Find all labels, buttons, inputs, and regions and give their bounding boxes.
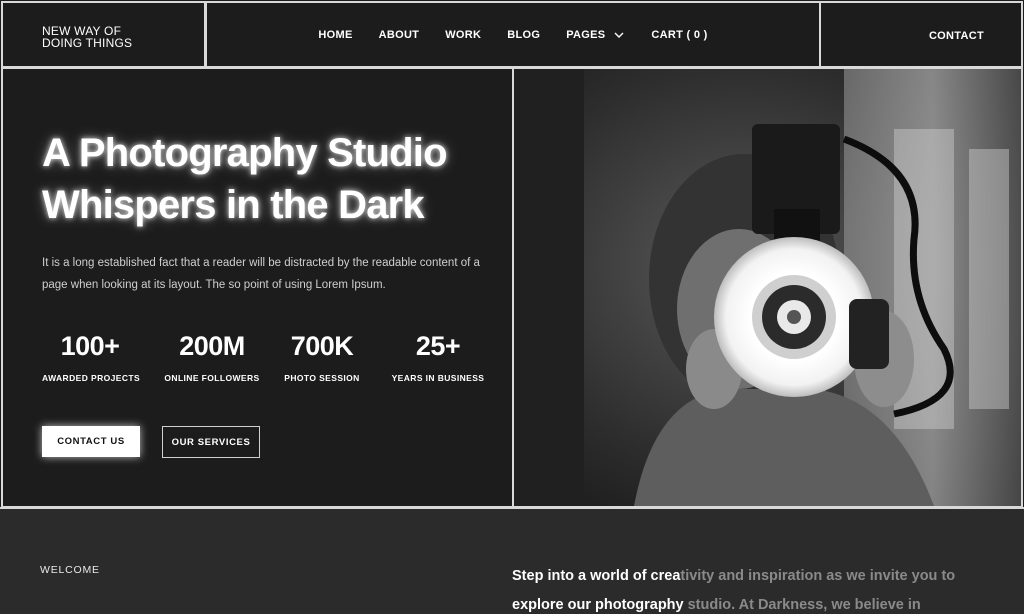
nav-item-home[interactable]: HOME — [318, 29, 352, 41]
stat-label: PHOTO SESSION — [284, 373, 360, 383]
nav-item-blog[interactable]: BLOG — [507, 29, 540, 41]
main-navigation: HOME ABOUT WORK BLOG PAGES CART ( 0 ) — [205, 1, 821, 68]
brand-logo[interactable]: NEW WAY OF DOING THINGS — [1, 1, 206, 68]
photographer-camera-image — [514, 69, 1021, 506]
nav-item-pages-label: PAGES — [566, 28, 606, 41]
welcome-section: WELCOME Step into a world of creativity … — [0, 507, 1024, 614]
intro-dim-2: studio. At Darkness, we believe in — [683, 597, 921, 613]
intro-dim-1: tivity and inspiration as we invite you … — [680, 568, 956, 584]
stat-value: 25+ — [415, 331, 461, 361]
nav-item-pages[interactable]: PAGES — [566, 29, 625, 41]
nav-item-cart[interactable]: CART ( 0 ) — [651, 29, 707, 41]
nav-contact-link[interactable]: CONTACT — [929, 30, 984, 42]
stat-years-in-business: 25+ YEARS IN BUSINESS — [378, 331, 498, 383]
stat-value: 700K — [290, 331, 354, 361]
welcome-label: WELCOME — [40, 564, 100, 576]
stat-value: 100+ — [60, 331, 120, 361]
stat-label: AWARDED PROJECTS — [42, 373, 141, 383]
stats-row: 100+ AWARDED PROJECTS 200M ONLINE FOLLOW… — [42, 331, 498, 383]
stat-awarded-projects: 100+ AWARDED PROJECTS — [42, 331, 141, 383]
site-header: NEW WAY OF DOING THINGS HOME ABOUT WORK … — [0, 0, 1024, 69]
chevron-down-icon — [614, 32, 624, 38]
hero-image-panel — [512, 67, 1023, 508]
intro-bright-2: explore our photography — [512, 597, 684, 613]
hero-description: It is a long established fact that a rea… — [42, 257, 480, 291]
nav-item-work[interactable]: WORK — [445, 29, 481, 41]
stat-photo-session: 700K PHOTO SESSION — [280, 331, 364, 383]
contact-us-button[interactable]: CONTACT US — [42, 426, 140, 457]
hero-text-panel: A Photography Studio Whispers in the Dar… — [1, 67, 514, 508]
hero-title-line-1: A Photography Studio — [42, 131, 448, 175]
brand-line-2: DOING THINGS — [42, 36, 133, 50]
hero-title-line-2: Whispers in the Dark — [42, 183, 425, 227]
stat-online-followers: 200M ONLINE FOLLOWERS — [148, 331, 276, 383]
hero-title: A Photography Studio Whispers in the Dar… — [42, 127, 502, 231]
header-contact-box: CONTACT — [819, 1, 1023, 68]
stat-value: 200M — [179, 331, 245, 361]
stat-label: ONLINE FOLLOWERS — [164, 373, 260, 383]
our-services-button[interactable]: OUR SERVICES — [162, 426, 260, 458]
intro-bright-1: Step into a world of crea — [512, 568, 681, 584]
nav-list: HOME ABOUT WORK BLOG PAGES CART ( 0 ) — [207, 3, 819, 66]
welcome-intro-text: Step into a world of creativity and insp… — [512, 562, 982, 614]
nav-item-about[interactable]: ABOUT — [379, 29, 420, 41]
stat-label: YEARS IN BUSINESS — [391, 373, 485, 383]
